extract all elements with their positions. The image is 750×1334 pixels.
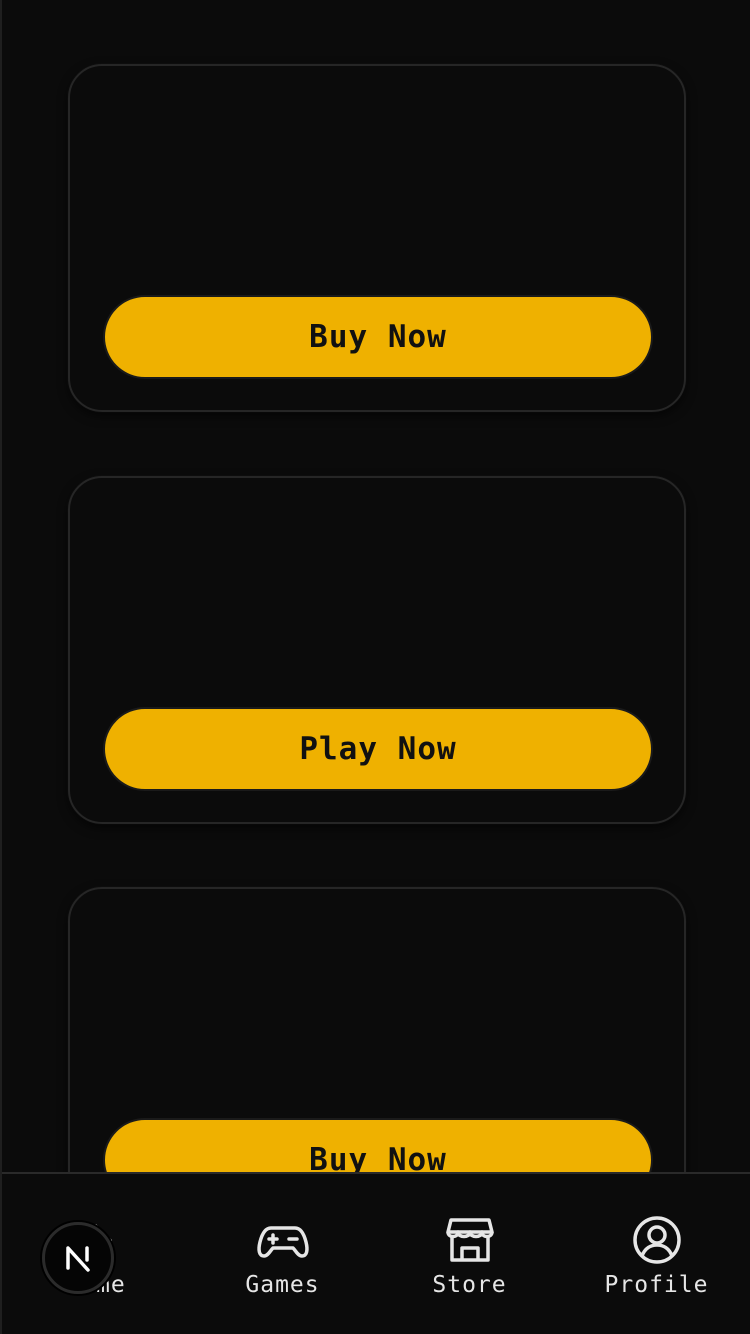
promo-card: Play Now — [68, 476, 686, 824]
tab-label-games: Games — [245, 1272, 320, 1298]
tab-games[interactable]: Games — [189, 1174, 376, 1334]
profile-icon — [627, 1210, 687, 1270]
tab-profile[interactable]: Profile — [563, 1174, 750, 1334]
buy-now-button[interactable]: Buy Now — [103, 1118, 653, 1172]
gamepad-icon — [253, 1210, 313, 1270]
buy-now-button[interactable]: Buy Now — [103, 295, 653, 379]
store-icon — [440, 1210, 500, 1270]
promo-card: Buy Now — [68, 887, 686, 1172]
promo-card: Buy Now — [68, 64, 686, 412]
tab-label-store: Store — [432, 1272, 507, 1298]
tab-label-profile: Profile — [604, 1272, 709, 1298]
play-now-button[interactable]: Play Now — [103, 707, 653, 791]
bottom-tab-bar: Home Games Store — [2, 1172, 750, 1334]
app-screen: Buy Now Play Now Buy Now Home — [0, 0, 750, 1334]
dev-indicator-badge[interactable] — [42, 1222, 114, 1294]
n-logo-icon — [66, 1246, 90, 1272]
content-feed[interactable]: Buy Now Play Now Buy Now — [2, 0, 750, 1172]
tab-store[interactable]: Store — [376, 1174, 563, 1334]
